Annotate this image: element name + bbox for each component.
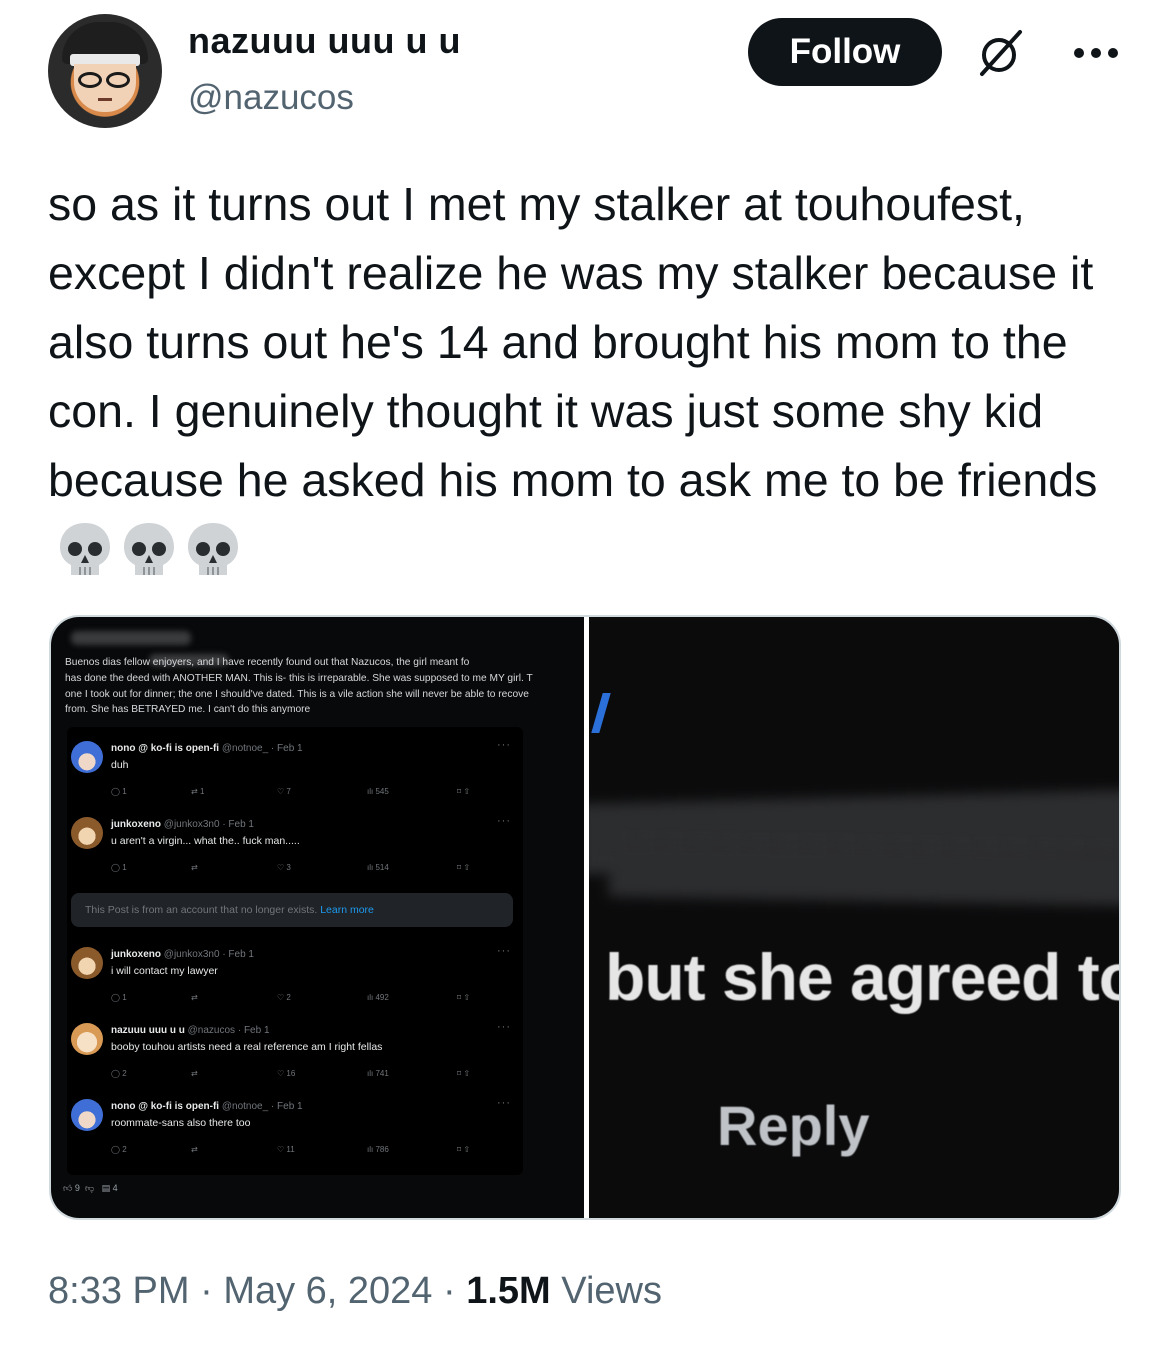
- user-handle[interactable]: @nazucos: [188, 78, 354, 118]
- reply-text: i will contact my lawyer: [111, 965, 218, 977]
- more-icon: ···: [497, 1021, 511, 1033]
- like-count: ♡ 7: [277, 787, 291, 796]
- media-grid[interactable]: Buenos dias fellow enjoyers, and I have …: [49, 615, 1121, 1220]
- screenshot-post-text: Buenos dias fellow enjoyers, and I have …: [65, 657, 533, 716]
- tweet-date[interactable]: May 6, 2024: [223, 1270, 432, 1312]
- like-count: ♡ 11: [277, 1145, 295, 1154]
- downvote-icon: 👎︎: [84, 1183, 95, 1193]
- tweet-time[interactable]: 8:33 PM: [48, 1270, 190, 1312]
- avatar: [71, 947, 103, 979]
- reply-author: junkoxeno: [111, 949, 162, 960]
- more-icon: ···: [497, 815, 511, 827]
- reply-meta: @junkox3n0 · Feb 1: [163, 819, 254, 830]
- like-count: ♡ 2: [277, 993, 291, 1002]
- repost-count: ⇄: [191, 1069, 198, 1078]
- views-count: 1.5M: [466, 1270, 551, 1312]
- reply-author: nono @ ko-fi is open-fi: [111, 1101, 220, 1112]
- grok-icon[interactable]: [976, 28, 1026, 78]
- avatar: [71, 817, 103, 849]
- reply-text: duh: [111, 759, 129, 771]
- reply-meta: @notnoe_ · Feb 1: [221, 743, 303, 754]
- blue-mark: [591, 693, 611, 733]
- bookmark-share-icons: ⌑ ⇧: [457, 863, 471, 872]
- reply-text: roommate-sans also there too: [111, 1117, 251, 1129]
- more-options-icon[interactable]: [1074, 48, 1118, 58]
- tweet-body: so as it turns out I met my stalker at t…: [48, 178, 1098, 506]
- skull-emoji-icon: [60, 523, 110, 575]
- zoomed-caption: but she agreed to: [605, 940, 1121, 1014]
- more-icon: ···: [497, 945, 511, 957]
- tweet-text: so as it turns out I met my stalker at t…: [48, 170, 1128, 584]
- comment-icon: ▤: [101, 1183, 111, 1193]
- reply-author: nazuuu uuu u u: [111, 1025, 185, 1036]
- media-image-right[interactable]: but she agreed to Reply: [589, 617, 1121, 1218]
- reply-feed: nono @ ko-fi is open-fi @notnoe_ · Feb 1…: [67, 727, 523, 1175]
- view-count: ılı 741: [367, 1069, 389, 1078]
- learn-more-link: Learn more: [320, 904, 374, 916]
- vote-bar: 👍︎ 9 👎︎ ▤ 4: [63, 1183, 118, 1193]
- avatar[interactable]: [48, 14, 162, 128]
- display-name[interactable]: nazuuu uuu u u: [188, 20, 461, 62]
- removed-post-notice: This Post is from an account that no lon…: [71, 893, 513, 927]
- views-label: Views: [561, 1270, 662, 1312]
- skull-emoji-icon: [188, 523, 238, 575]
- view-count: ılı 786: [367, 1145, 389, 1154]
- avatar: [71, 741, 103, 773]
- like-count: ♡ 16: [277, 1069, 296, 1078]
- avatar: [71, 1099, 103, 1131]
- more-icon: ···: [497, 739, 511, 751]
- reply-count: ◯ 1: [111, 863, 127, 872]
- media-image-left[interactable]: Buenos dias fellow enjoyers, and I have …: [51, 617, 584, 1218]
- view-count: ılı 514: [367, 863, 389, 872]
- view-count: ılı 492: [367, 993, 389, 1002]
- upvote-icon: 👍︎: [63, 1183, 73, 1193]
- reply-count: ◯ 1: [111, 787, 127, 796]
- view-count: ılı 545: [367, 787, 389, 796]
- reply-author: junkoxeno: [111, 819, 162, 830]
- zoomed-reply-label: Reply: [717, 1094, 870, 1157]
- reply-text: u aren't a virgin... what the.. fuck man…: [111, 835, 300, 847]
- reply-meta: @junkox3n0 · Feb 1: [163, 949, 254, 960]
- repost-count: ⇄: [191, 863, 198, 872]
- reply-author: nono @ ko-fi is open-fi: [111, 743, 220, 754]
- repost-count: ⇄: [191, 1145, 198, 1154]
- bookmark-share-icons: ⌑ ⇧: [457, 1145, 471, 1154]
- reply-count: ◯ 2: [111, 1069, 127, 1078]
- reply-count: ◯ 1: [111, 993, 127, 1002]
- reply-text: booby touhou artists need a real referen…: [111, 1041, 383, 1053]
- follow-button[interactable]: Follow: [748, 18, 942, 86]
- avatar: [71, 1023, 103, 1055]
- bookmark-share-icons: ⌑ ⇧: [457, 993, 471, 1002]
- reply-meta: @nazucos · Feb 1: [187, 1025, 270, 1036]
- skull-emoji-icon: [124, 523, 174, 575]
- bookmark-share-icons: ⌑ ⇧: [457, 787, 471, 796]
- reply-count: ◯ 2: [111, 1145, 127, 1154]
- like-count: ♡ 3: [277, 863, 291, 872]
- more-icon: ···: [497, 1097, 511, 1109]
- tweet-meta: 8:33 PM · May 6, 2024 · 1.5M Views: [48, 1270, 662, 1312]
- repost-count: ⇄ 1: [191, 787, 205, 796]
- reply-meta: @notnoe_ · Feb 1: [221, 1101, 303, 1112]
- repost-count: ⇄: [191, 993, 198, 1002]
- bookmark-share-icons: ⌑ ⇧: [457, 1069, 471, 1078]
